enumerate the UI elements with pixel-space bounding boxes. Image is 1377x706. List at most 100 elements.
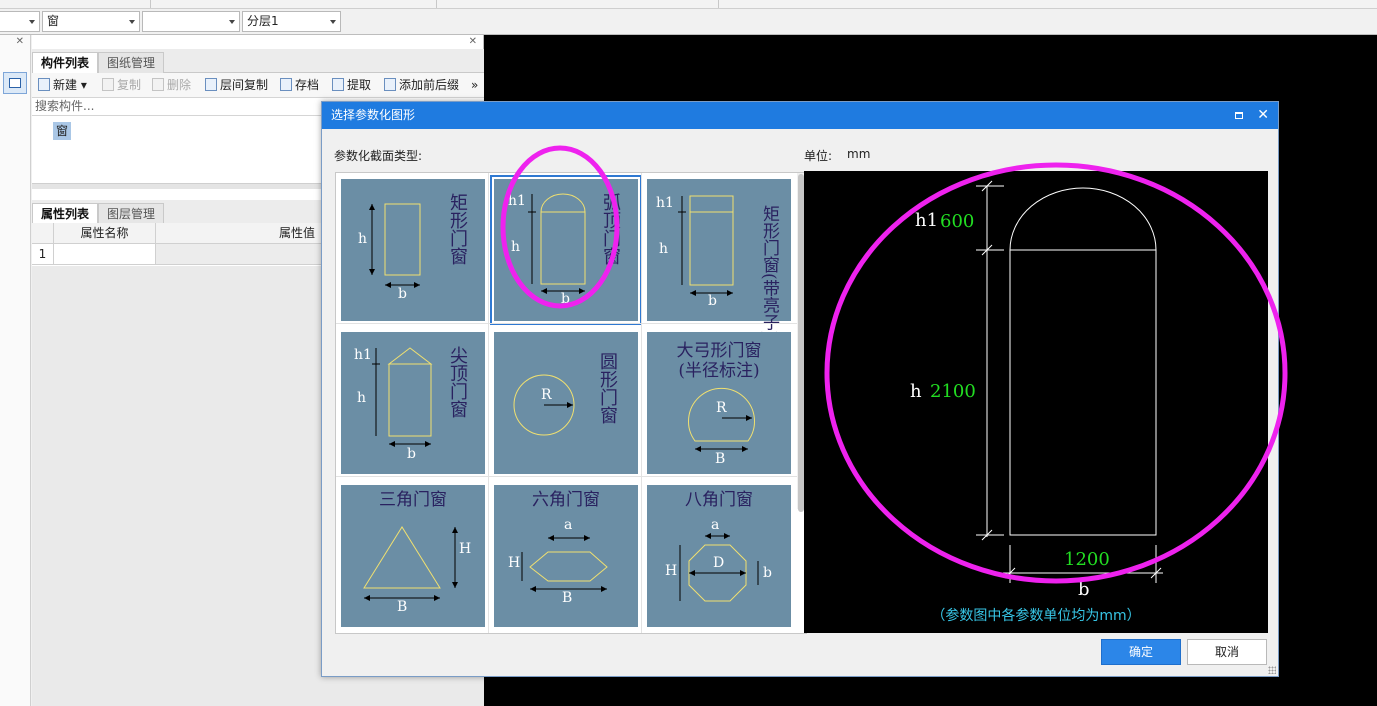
shape-title: 圆形门窗 [597,352,618,424]
dim-h: h [357,390,367,406]
preview-b-value: 1200 [1064,549,1110,570]
shape-title: 大弓形门窗 [676,341,762,361]
dim-b: b [561,291,570,307]
preview-h-label: h [910,381,922,402]
close-icon[interactable]: ✕ [16,36,24,47]
col-divider [488,173,489,633]
shape-segment-window[interactable]: R B 大弓形门窗 (半径标注) [647,332,791,474]
preview-b-label: b [1078,579,1090,600]
copy-button[interactable]: 复制 [102,77,141,93]
dim-b: B [562,590,573,606]
add-prefix-label: 添加前后缀 [399,78,460,92]
preview-h1-value: 600 [940,211,975,232]
shape-subtitle: (半径标注) [678,361,760,381]
arch-window-preview [976,180,1163,583]
add-prefix-button[interactable]: 添加前后缀 [384,77,459,93]
shape-title: 三角门窗 [379,490,447,510]
floor-copy-label: 层间复制 [220,78,269,92]
row-divider [336,323,802,324]
dim-b: b [407,446,416,462]
unit-note: （参数图中各参数单位均为mm） [931,608,1141,624]
dim-h: H [665,563,678,579]
floor-copy-button[interactable]: 层间复制 [205,77,268,93]
close-icon[interactable]: ✕ [1257,102,1269,129]
component-tool-button[interactable] [3,72,27,94]
component-combo[interactable] [142,11,240,32]
chevron-down-icon [29,20,35,24]
shape-title: 矩形门窗(带亮子) [759,205,779,338]
maximize-icon[interactable] [1235,112,1243,119]
layer-value: 分层1 [247,14,279,28]
shape-triangle-window[interactable]: H B 三角门窗 [341,485,485,627]
tab-component-list[interactable]: 构件列表 [32,52,99,74]
row-divider [336,476,802,477]
unit-label: 单位: [804,149,833,163]
chevron-down-icon [229,20,235,24]
shape-octagon-window[interactable]: a H D b 八角门窗 [647,485,791,627]
resize-grip[interactable] [1268,666,1276,674]
dim-h1: h1 [354,347,372,363]
preview-h1-label: h1 [915,210,939,231]
dim-b: B [397,599,408,615]
list-icon [9,78,21,88]
close-icon[interactable]: ✕ [469,36,477,47]
dim-b: b [708,293,717,309]
delete-icon [152,78,164,91]
dim-h: H [459,541,472,557]
extract-label: 提取 [347,78,372,92]
row-number: 1 [32,244,54,265]
dialog-title: 选择参数化图形 [331,108,416,122]
component-type-combo[interactable]: 窗 [42,11,140,32]
ok-button[interactable]: 确定 [1101,639,1181,665]
tab-property-list[interactable]: 属性列表 [32,203,99,225]
shape-arch-window[interactable]: h1 h b 弧顶门窗 [490,175,642,325]
layer-combo[interactable]: 分层1 [242,11,341,32]
shape-pointed-window[interactable]: h1 h b 尖顶门窗 [341,332,485,474]
separator [718,0,719,8]
dialog-titlebar: 选择参数化图形 ✕ [322,102,1278,129]
new-button[interactable]: 新建 ▾ [38,77,87,93]
delete-button[interactable]: 删除 [152,77,191,93]
shape-title: 矩形门窗 [447,193,468,265]
add-prefix-icon [384,78,396,91]
shape-title: 弧顶门窗 [600,193,621,265]
dim-h1: h1 [656,195,674,211]
property-name-cell[interactable] [54,244,156,265]
left-rail: ✕ [0,35,31,706]
tab-drawing-management[interactable]: 图纸管理 [98,52,165,73]
preview-h-value: 2100 [930,381,976,402]
shape-title: 六角门窗 [532,490,600,510]
dim-b: b [398,286,407,302]
dim-h: h [659,241,669,257]
save-icon [280,78,292,91]
shape-title: 尖顶门窗 [447,346,468,418]
separator [436,0,437,8]
row-number-header [32,223,54,244]
dim-r: R [716,400,727,416]
shape-preview: h1 600 h 2100 1200 b （参数图中各参数单位均为mm） [804,171,1268,633]
dim-a: a [711,517,720,533]
dim-h: h [358,231,368,247]
dim-b: b [763,565,772,581]
component-tabs: 构件列表 图纸管理 [32,49,484,74]
shape-hexagon-window[interactable]: a H B 六角门窗 [494,485,638,627]
shape-rect-transom-window[interactable]: h1 h b 矩形门窗(带亮子) [647,179,791,337]
separator [150,0,151,8]
dim-h: H [508,555,521,571]
extract-icon [332,78,344,91]
tab-layer-management[interactable]: 图层管理 [98,203,165,224]
extract-button[interactable]: 提取 [332,77,371,93]
dim-r: R [541,387,552,403]
save-button[interactable]: 存档 [280,77,319,93]
new-label: 新建 [53,78,78,92]
shape-rect-window[interactable]: h b 矩形门窗 [341,179,485,321]
shape-title: 八角门窗 [685,490,753,510]
floor-combo[interactable] [0,11,40,32]
dim-a: a [564,517,573,533]
tree-item-window[interactable]: 窗 [53,122,72,140]
property-name-header: 属性名称 [54,223,156,244]
copy-label: 复制 [117,78,142,92]
shape-circle-window[interactable]: R 圆形门窗 [494,332,638,474]
more-icon[interactable]: » [471,77,478,93]
cancel-button[interactable]: 取消 [1187,639,1267,665]
